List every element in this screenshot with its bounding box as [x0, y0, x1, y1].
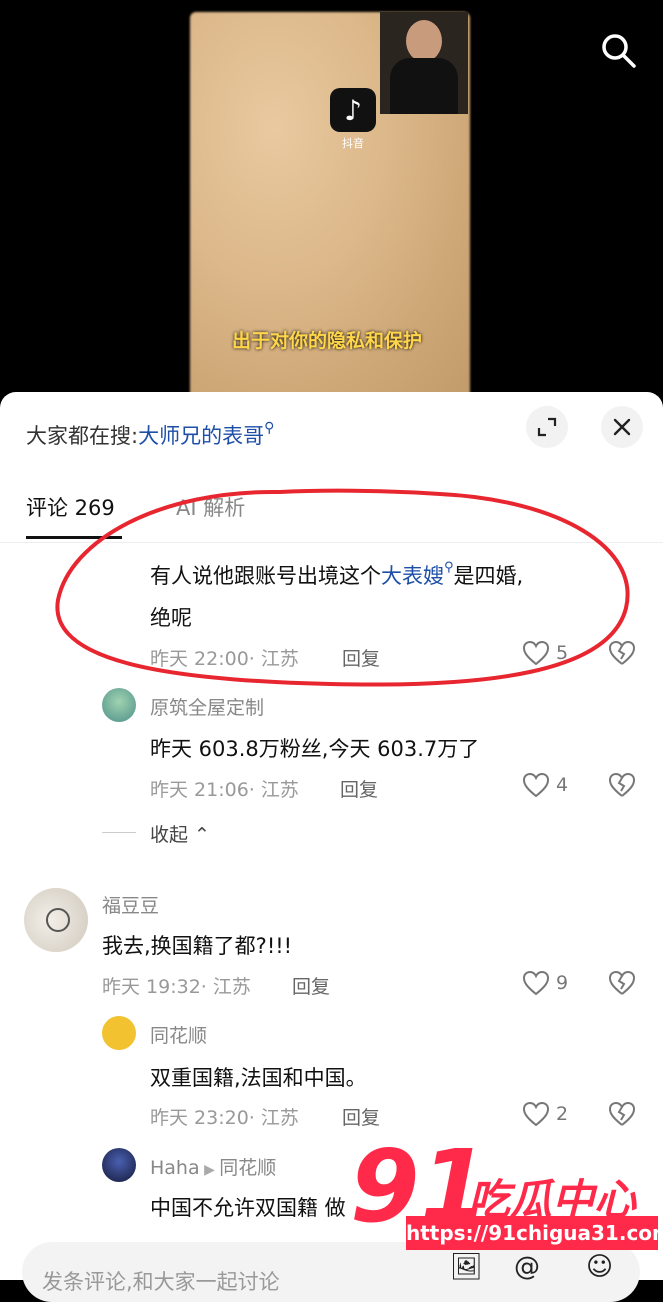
- tab-ai-label: AI 解析: [176, 496, 246, 520]
- heart-icon: [522, 970, 550, 996]
- chevron-up-icon: ⌃: [188, 824, 210, 846]
- commenter-name[interactable]: 原筑全屋定制: [150, 693, 264, 720]
- like-count: 5: [556, 642, 569, 664]
- douyin-logo-icon: ♪: [330, 88, 376, 132]
- like-button[interactable]: 5: [522, 640, 568, 672]
- comment-text: 昨天 603.8万粉丝,今天 603.7万了: [150, 737, 480, 761]
- broken-heart-icon: [608, 772, 636, 797]
- comment-text-part: 有人说他跟账号出境这个: [150, 564, 381, 588]
- close-icon[interactable]: [601, 406, 643, 448]
- watermark-url: https://91chigua31.com: [406, 1216, 663, 1250]
- like-button[interactable]: 4: [522, 772, 568, 804]
- tab-comments[interactable]: 评论 269: [26, 492, 122, 539]
- clock-icon: [46, 908, 70, 932]
- avatar[interactable]: [102, 1016, 136, 1050]
- like-count: 2: [556, 1103, 569, 1125]
- dislike-button[interactable]: [608, 1101, 636, 1133]
- heart-icon: [522, 1101, 550, 1127]
- reply-button[interactable]: 回复: [340, 775, 378, 802]
- search-small-icon: ⚲: [444, 560, 454, 575]
- reply-button[interactable]: 回复: [292, 972, 330, 999]
- comment-meta: 昨天 22:00· 江苏: [150, 648, 299, 670]
- commenter-name[interactable]: 福豆豆: [102, 891, 159, 918]
- heart-icon: [522, 640, 550, 666]
- hot-search-bar[interactable]: 大家都在搜:大师兄的表哥⚲: [26, 420, 274, 450]
- commenter-name[interactable]: 同花顺: [150, 1021, 207, 1048]
- comment-sheet: 大家都在搜:大师兄的表哥⚲ 评论 269 AI 解析: [0, 392, 663, 1280]
- dislike-button[interactable]: [608, 772, 636, 804]
- collapse-label: 收起: [150, 824, 189, 846]
- reply-button[interactable]: 回复: [342, 644, 380, 671]
- comment-text: 双重国籍,法国和中国。: [150, 1066, 367, 1090]
- avatar[interactable]: [102, 1148, 136, 1182]
- comment-tabs: 评论 269 AI 解析: [0, 492, 663, 543]
- broken-heart-icon: [608, 970, 636, 995]
- douyin-logo-caption: 抖音: [342, 137, 364, 150]
- commenter-name: Haha: [150, 1157, 200, 1179]
- active-tab-underline: [26, 536, 122, 539]
- hot-search-prefix: 大家都在搜:: [26, 424, 139, 448]
- emoji-icon[interactable]: ☺: [586, 1252, 613, 1282]
- dislike-button[interactable]: [608, 970, 636, 1002]
- avatar[interactable]: [24, 888, 88, 952]
- heart-icon: [522, 772, 550, 798]
- video-subtitle: 出于对你的隐私和保护: [232, 330, 423, 352]
- tab-comments-label: 评论 269: [26, 496, 115, 520]
- collapse-divider: [102, 832, 136, 833]
- like-button[interactable]: 2: [522, 1101, 568, 1133]
- comment-meta: 昨天 21:06· 江苏: [150, 779, 299, 801]
- comment-meta: 昨天 19:32· 江苏: [102, 976, 251, 998]
- picture-in-picture-presenter: [380, 12, 468, 114]
- comment-text: 我去,换国籍了都?!!!: [102, 934, 293, 958]
- avatar[interactable]: [102, 688, 136, 722]
- comment-input-placeholder: 发条评论,和大家一起讨论: [42, 1270, 280, 1294]
- dislike-button[interactable]: [608, 640, 636, 672]
- comment-meta: 昨天 23:20· 江苏: [150, 1107, 299, 1129]
- reply-button[interactable]: 回复: [342, 1103, 380, 1130]
- comment-text-part: 是四婚,: [453, 564, 524, 588]
- image-icon[interactable]: 🖼: [450, 1252, 483, 1282]
- like-count: 4: [556, 774, 569, 796]
- comment-text: 中国不允许双国籍 做: [150, 1196, 346, 1220]
- comment-text-line2: 绝呢: [150, 606, 192, 630]
- search-icon[interactable]: [598, 30, 638, 70]
- like-button[interactable]: 9: [522, 970, 568, 1002]
- like-count: 9: [556, 972, 569, 994]
- keyword-link[interactable]: 大表嫂: [381, 564, 444, 588]
- mention-icon[interactable]: @: [514, 1252, 540, 1282]
- video-player[interactable]: ♪ 抖音 出于对你的隐私和保护: [0, 0, 663, 400]
- comment-input[interactable]: 发条评论,和大家一起讨论: [22, 1242, 640, 1302]
- reply-to-name: 同花顺: [219, 1157, 277, 1179]
- broken-heart-icon: [608, 1101, 636, 1126]
- reply-arrow-icon: ▶: [199, 1162, 220, 1178]
- collapse-replies-button[interactable]: 收起 ⌃: [150, 820, 210, 847]
- hot-search-keyword[interactable]: 大师兄的表哥: [138, 424, 264, 448]
- search-small-icon: ⚲: [264, 420, 275, 436]
- expand-icon[interactable]: [526, 406, 568, 448]
- broken-heart-icon: [608, 640, 636, 665]
- commenter-name-with-reply[interactable]: Haha ▶ 同花顺: [150, 1153, 276, 1180]
- tab-ai-analysis[interactable]: AI 解析: [176, 492, 245, 522]
- comment-text: 有人说他跟账号出境这个大表嫂⚲是四婚,: [150, 560, 523, 590]
